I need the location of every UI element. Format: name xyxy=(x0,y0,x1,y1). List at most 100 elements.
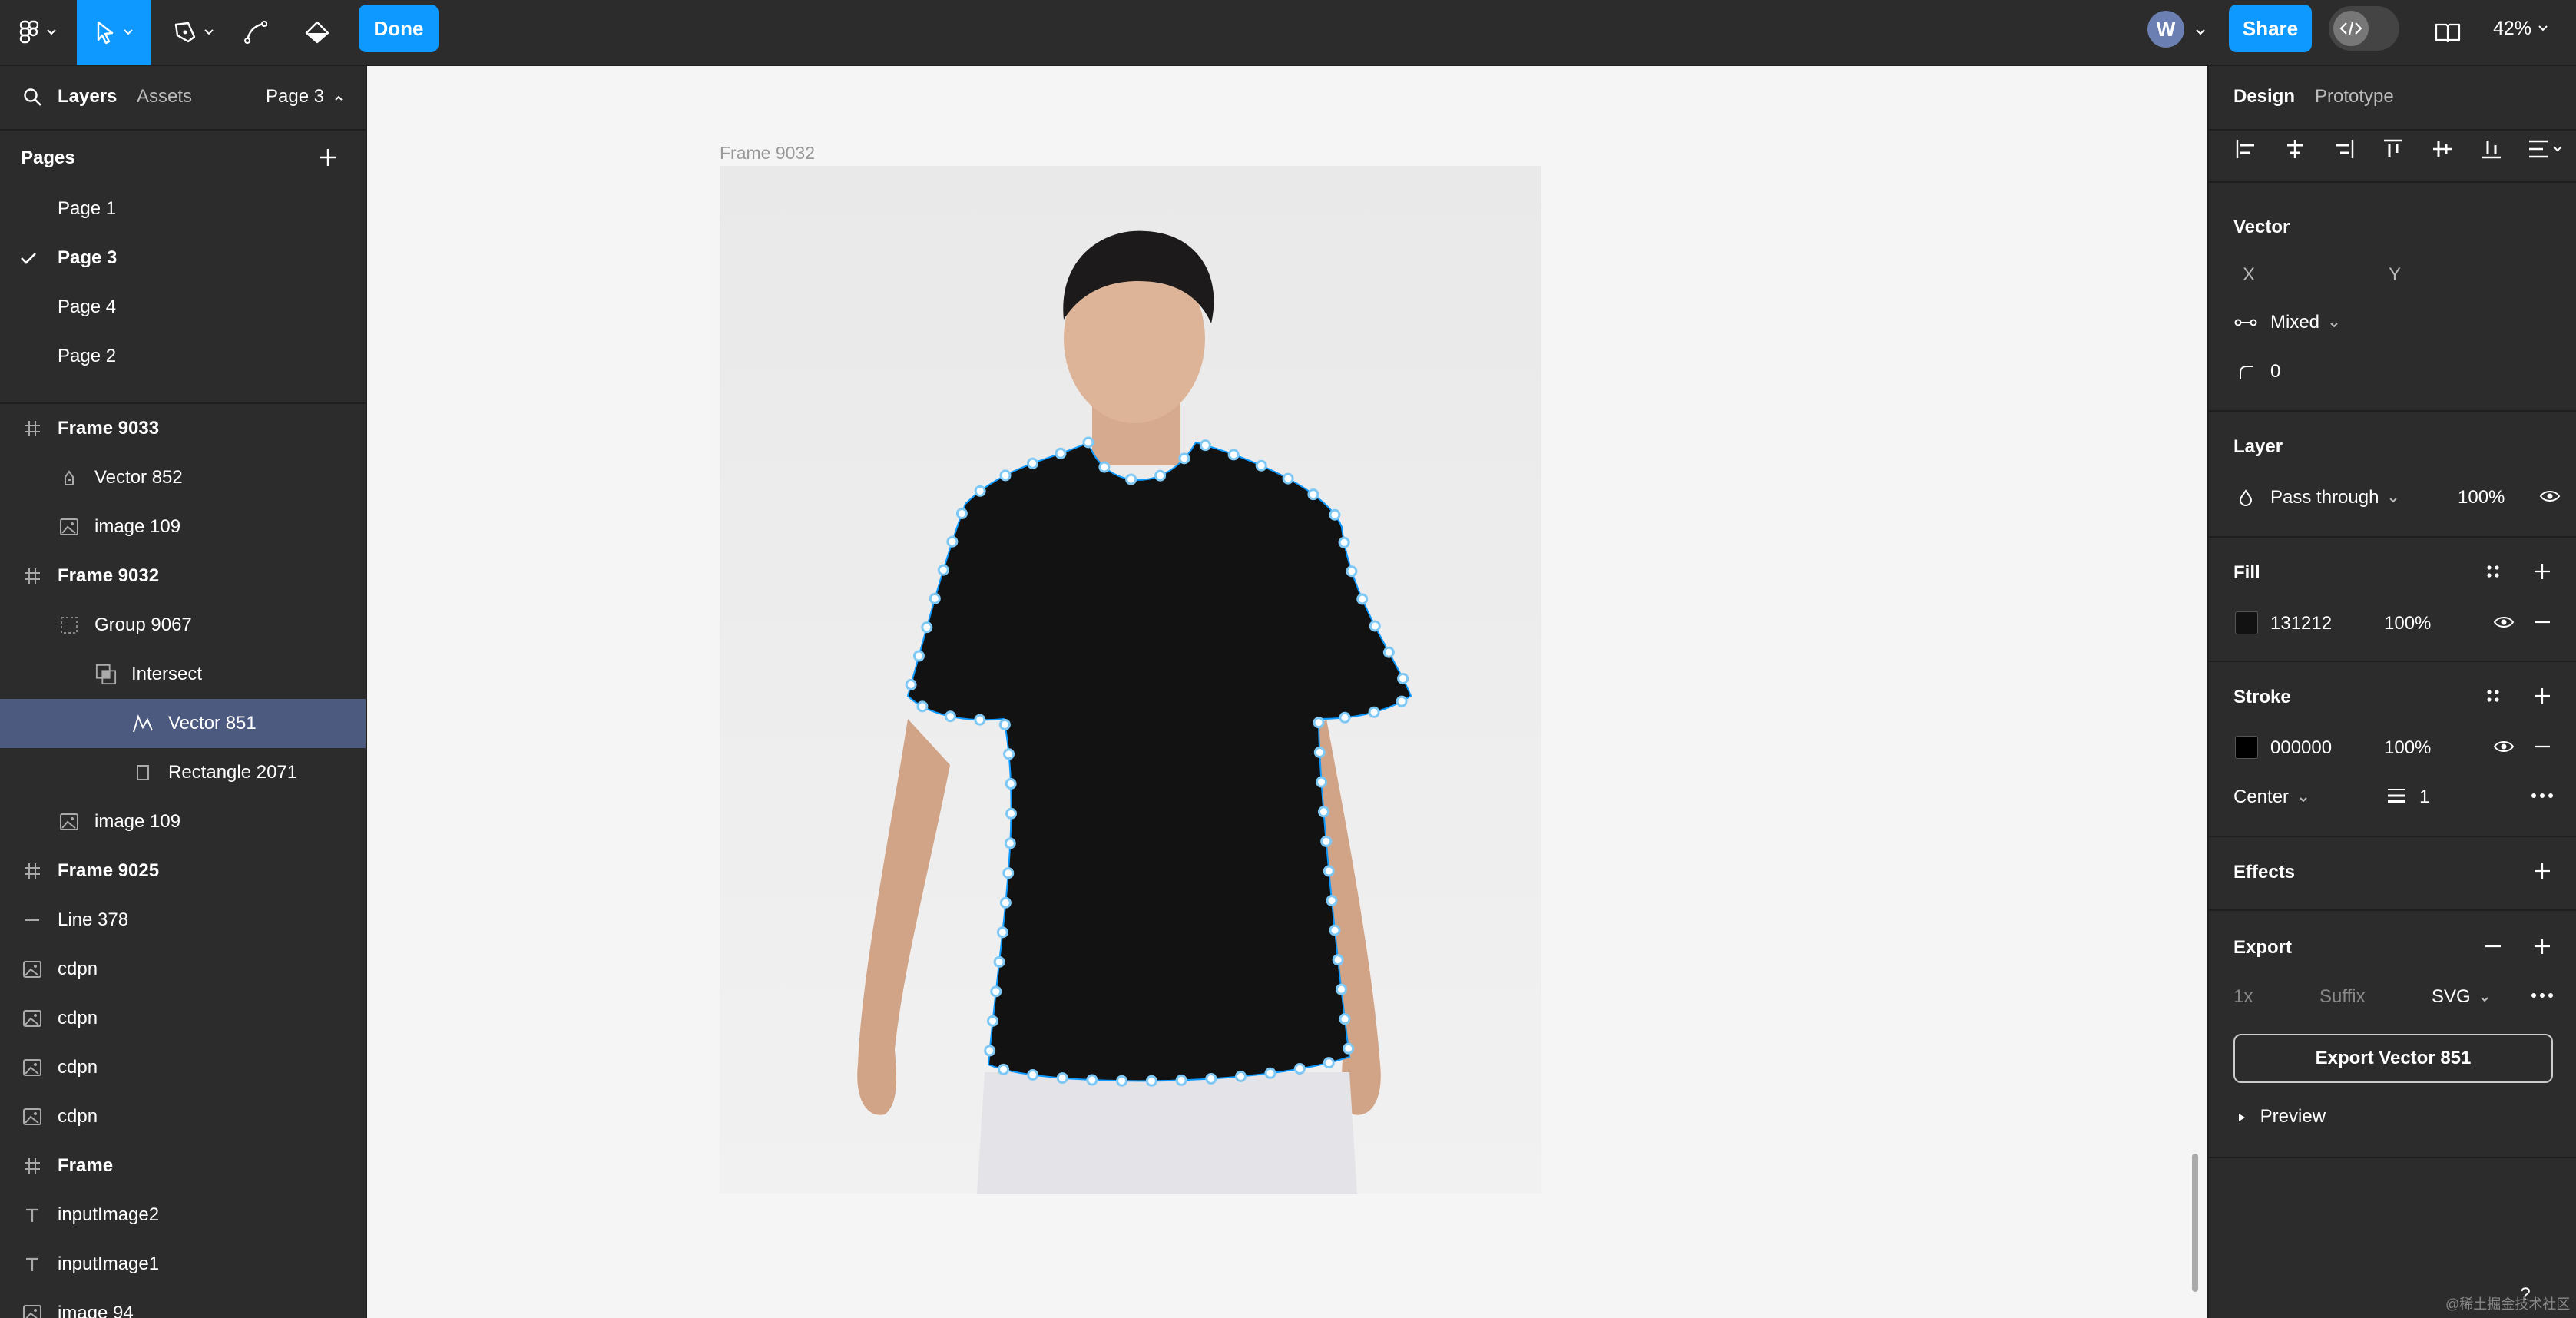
layer-row-selected[interactable]: Vector 851 xyxy=(0,699,366,748)
vector-anchor-point[interactable] xyxy=(1397,672,1409,684)
paint-bucket-button[interactable] xyxy=(296,0,338,65)
vector-anchor-point[interactable] xyxy=(916,700,929,713)
tab-prototype[interactable]: Prototype xyxy=(2315,86,2394,108)
export-more-button[interactable] xyxy=(2530,983,2554,1008)
layer-row[interactable]: Vector 852 xyxy=(0,453,366,502)
add-export-button[interactable] xyxy=(2530,934,2554,959)
stroke-position-select[interactable]: Center xyxy=(2233,786,2308,808)
vector-anchor-point[interactable] xyxy=(1056,1072,1068,1085)
vector-anchor-point[interactable] xyxy=(1323,865,1335,877)
fill-hex-input[interactable]: 131212 xyxy=(2270,613,2332,634)
vector-anchor-point[interactable] xyxy=(1335,983,1347,995)
stroke-more-button[interactable] xyxy=(2530,783,2554,808)
vector-anchor-point[interactable] xyxy=(1145,1075,1157,1087)
export-format-select[interactable]: SVG xyxy=(2432,986,2489,1008)
layer-opacity-input[interactable]: 100% xyxy=(2458,487,2505,508)
vector-anchor-point[interactable] xyxy=(996,926,1008,939)
fill-opacity-input[interactable]: 100% xyxy=(2384,613,2431,634)
vector-anchor-point[interactable] xyxy=(1307,488,1319,501)
add-effect-button[interactable] xyxy=(2530,859,2554,883)
layer-row[interactable]: inputImage2 xyxy=(0,1191,366,1240)
layer-row[interactable]: image 109 xyxy=(0,502,366,551)
vector-anchor-point[interactable] xyxy=(990,985,1002,998)
main-menu-button[interactable] xyxy=(11,0,65,65)
fill-styles-button[interactable] xyxy=(2481,559,2505,584)
layer-row[interactable]: Rectangle 2071 xyxy=(0,748,366,797)
vector-anchor-point[interactable] xyxy=(1316,776,1328,788)
tab-design[interactable]: Design xyxy=(2233,86,2295,108)
y-field[interactable]: Y xyxy=(2389,264,2401,286)
layer-visibility-button[interactable] xyxy=(2538,484,2562,508)
vector-anchor-point[interactable] xyxy=(1116,1075,1128,1087)
export-scale-input[interactable]: 1x xyxy=(2233,986,2253,1008)
align-vertical-center-button[interactable] xyxy=(2430,137,2455,161)
vector-anchor-point[interactable] xyxy=(1282,472,1294,485)
search-button[interactable] xyxy=(23,88,43,111)
layer-row[interactable]: image 94 xyxy=(0,1289,366,1318)
vector-anchor-point[interactable] xyxy=(1005,777,1017,790)
align-right-button[interactable] xyxy=(2332,137,2356,161)
vector-anchor-point[interactable] xyxy=(1175,1074,1187,1086)
zoom-control[interactable]: 42% xyxy=(2493,0,2548,57)
vector-anchor-point[interactable] xyxy=(974,714,986,726)
vector-anchor-point[interactable] xyxy=(1005,807,1018,820)
remove-stroke-button[interactable] xyxy=(2530,734,2554,759)
align-left-button[interactable] xyxy=(2233,137,2258,161)
vector-anchor-point[interactable] xyxy=(998,1063,1010,1075)
vector-anchor-point[interactable] xyxy=(1368,706,1380,718)
vector-anchor-point[interactable] xyxy=(1098,461,1111,473)
share-button[interactable]: Share xyxy=(2229,5,2312,52)
stroke-opacity-input[interactable]: 100% xyxy=(2384,737,2431,759)
layer-row[interactable]: image 109 xyxy=(0,797,366,846)
frame-label[interactable]: Frame 9032 xyxy=(720,143,815,164)
vector-anchor-point[interactable] xyxy=(1346,565,1358,578)
vector-anchor-point[interactable] xyxy=(1339,1013,1351,1025)
done-button[interactable]: Done xyxy=(359,5,439,52)
remove-fill-button[interactable] xyxy=(2530,610,2554,634)
distribute-menu-button[interactable] xyxy=(2525,137,2565,161)
layer-row[interactable]: Frame 9025 xyxy=(0,846,366,896)
vector-anchor-point[interactable] xyxy=(1205,1072,1217,1085)
vector-anchor-point[interactable] xyxy=(993,955,1005,968)
pen-tool-button[interactable] xyxy=(164,0,223,65)
vector-anchor-point[interactable] xyxy=(1339,711,1351,724)
vector-anchor-point[interactable] xyxy=(955,508,968,520)
vector-anchor-point[interactable] xyxy=(1329,508,1341,521)
layer-row[interactable]: cdpn xyxy=(0,994,366,1043)
add-stroke-button[interactable] xyxy=(2530,684,2554,708)
vector-anchor-point[interactable] xyxy=(999,469,1012,482)
corner-radius-input[interactable]: 0 xyxy=(2270,361,2280,382)
vector-anchor-point[interactable] xyxy=(912,650,925,662)
preview-toggle[interactable]: Preview xyxy=(2238,1106,2326,1128)
vector-anchor-point[interactable] xyxy=(974,485,986,497)
vector-anchor-point[interactable] xyxy=(998,718,1011,730)
vector-anchor-point[interactable] xyxy=(1332,954,1344,966)
vector-anchor-point[interactable] xyxy=(1004,837,1016,849)
vector-anchor-point[interactable] xyxy=(1369,620,1381,632)
vector-anchor-point[interactable] xyxy=(1317,806,1329,818)
vector-anchor-point[interactable] xyxy=(921,621,933,634)
align-top-button[interactable] xyxy=(2381,137,2405,161)
vector-anchor-point[interactable] xyxy=(1255,459,1267,472)
vector-anchor-point[interactable] xyxy=(1382,646,1395,658)
move-tool-button[interactable] xyxy=(77,0,151,65)
page-item-3[interactable]: Page 3 xyxy=(0,233,366,283)
vector-anchor-point[interactable] xyxy=(1323,1057,1335,1069)
vector-anchor-point[interactable] xyxy=(1082,436,1094,449)
vector-anchor-point[interactable] xyxy=(929,592,941,604)
vector-anchor-point[interactable] xyxy=(984,1045,996,1057)
stroke-weight-input[interactable]: 1 xyxy=(2419,786,2429,808)
vector-anchor-point[interactable] xyxy=(1027,1068,1039,1081)
vector-anchor-point[interactable] xyxy=(1086,1074,1098,1086)
align-horizontal-center-button[interactable] xyxy=(2283,137,2307,161)
stroke-color-swatch[interactable] xyxy=(2235,736,2258,759)
vector-anchor-point[interactable] xyxy=(1293,1063,1306,1075)
fill-color-swatch[interactable] xyxy=(2235,611,2258,634)
tab-layers[interactable]: Layers xyxy=(58,86,117,108)
vector-anchor-point[interactable] xyxy=(905,678,917,690)
page-item-1[interactable]: Page 1 xyxy=(0,184,366,233)
export-suffix-input[interactable]: Suffix xyxy=(2319,986,2366,1008)
vector-anchor-point[interactable] xyxy=(937,564,949,576)
dev-mode-toggle[interactable] xyxy=(2329,6,2399,51)
layer-row[interactable]: Frame 9032 xyxy=(0,551,366,601)
